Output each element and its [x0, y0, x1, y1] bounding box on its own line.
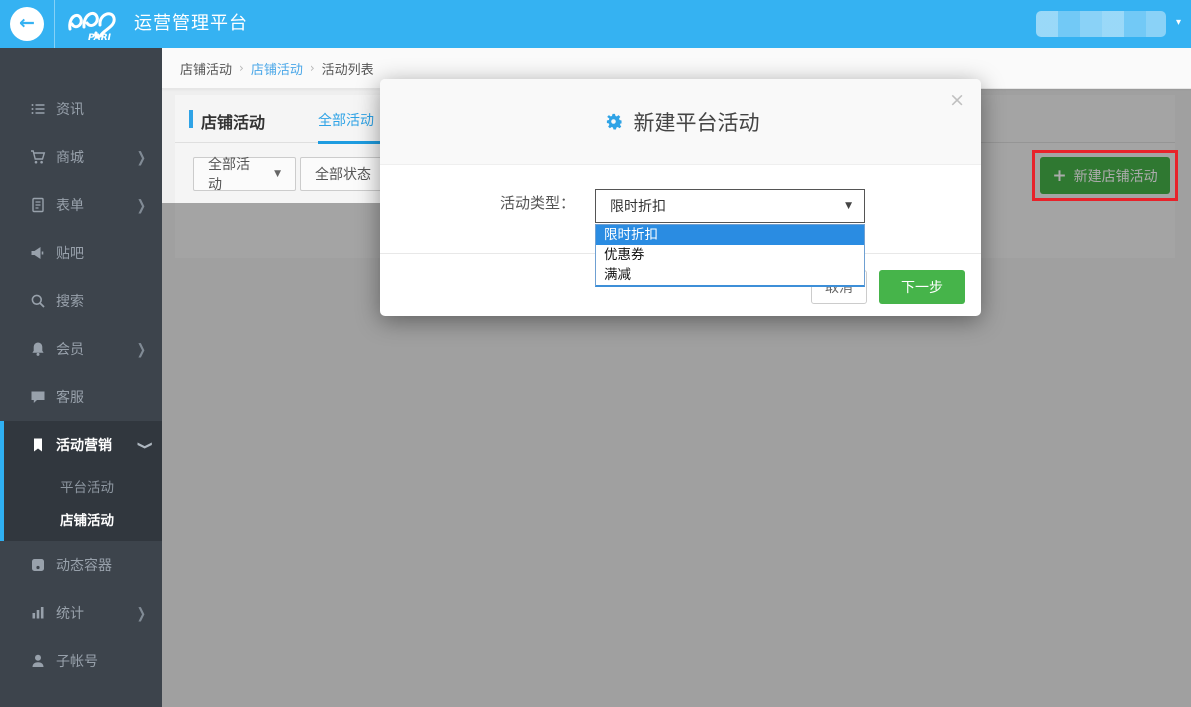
sidebar: 资讯 商城 ❯ 表单 ❯ 贴吧 搜索 [0, 48, 162, 707]
sidebar-item-label: 动态容器 [56, 555, 112, 575]
search-icon [30, 293, 46, 309]
sidebar-item-label: 搜索 [56, 291, 84, 311]
user-dropdown-caret-icon[interactable]: ▾ [1176, 17, 1181, 28]
form-icon [30, 197, 46, 213]
title-accent-bar [189, 110, 193, 128]
filter-status-label: 全部状态 [315, 164, 371, 184]
sidebar-item-tieba[interactable]: 贴吧 [0, 229, 162, 277]
sidebar-item-forms[interactable]: 表单 ❯ [0, 181, 162, 229]
sidebar-item-label: 客服 [56, 387, 84, 407]
bell-icon [30, 341, 46, 357]
chevron-right-icon: ❯ [137, 197, 146, 214]
chevron-down-icon: ❯ [137, 440, 154, 449]
option-limited-time-discount[interactable]: 限时折扣 [596, 225, 864, 245]
breadcrumb-item-current: 活动列表 [322, 59, 374, 78]
sidebar-item-label: 表单 [56, 195, 84, 215]
option-coupon[interactable]: 优惠券 [596, 245, 864, 265]
stats-icon [30, 605, 46, 621]
activity-type-label: 活动类型： [440, 192, 575, 213]
activity-type-select[interactable]: 限时折扣 ▼ [595, 189, 865, 223]
sidebar-active-section: 活动营销 ❯ 平台活动 店铺活动 [0, 421, 162, 541]
megaphone-icon [30, 245, 46, 261]
new-platform-activity-modal: 新建平台活动 × 活动类型： 限时折扣 ▼ 限时折扣 优惠券 满减 取消 下一步 [380, 79, 981, 316]
activity-type-selected-value: 限时折扣 [610, 196, 666, 216]
list-icon [30, 101, 46, 117]
sidebar-item-subaccount[interactable]: 子帐号 [0, 637, 162, 685]
sidebar-item-label: 贴吧 [56, 243, 84, 263]
sidebar-item-label: 资讯 [56, 99, 84, 119]
sidebar-item-news[interactable]: 资讯 [0, 85, 162, 133]
breadcrumb-separator: › [239, 61, 244, 75]
caret-down-icon: ▼ [845, 201, 852, 211]
sidebar-subitem-platform-activity[interactable]: 平台活动 [4, 469, 162, 502]
sidebar-item-label: 统计 [56, 603, 84, 623]
topbar-divider [54, 0, 55, 48]
sidebar-item-label: 商城 [56, 147, 84, 167]
app-logo-icon: PARI [66, 5, 128, 46]
next-step-button[interactable]: 下一步 [879, 270, 965, 304]
filter-activity-label: 全部活动 [208, 154, 262, 194]
filter-activity-type-select[interactable]: 全部活动 ▼ [193, 157, 296, 191]
sidebar-item-label: 会员 [56, 339, 84, 359]
close-icon[interactable]: × [949, 89, 965, 111]
bookmark-icon [30, 437, 46, 453]
chevron-right-icon: ❯ [137, 605, 146, 622]
tab-all-activities[interactable]: 全部活动 [318, 110, 374, 130]
breadcrumb-separator: › [310, 61, 315, 75]
topbar: ← PARI 运营管理平台 ▾ [0, 0, 1191, 48]
breadcrumb-item: 店铺活动 [180, 59, 232, 78]
sidebar-item-marketing[interactable]: 活动营销 ❯ [4, 421, 162, 469]
chevron-right-icon: ❯ [137, 341, 146, 358]
chevron-right-icon: ❯ [137, 149, 146, 166]
page-title: 店铺活动 [201, 109, 265, 133]
user-account-blurred[interactable] [1036, 11, 1166, 37]
sidebar-item-label: 子帐号 [56, 651, 98, 671]
cart-icon [30, 149, 46, 165]
person-icon [30, 653, 46, 669]
sidebar-item-mall[interactable]: 商城 ❯ [0, 133, 162, 181]
container-icon [30, 557, 46, 573]
modal-title: 新建平台活动 [634, 107, 760, 137]
sidebar-item-service[interactable]: 客服 [0, 373, 162, 421]
gear-icon [602, 110, 625, 133]
sidebar-item-members[interactable]: 会员 ❯ [0, 325, 162, 373]
logo-caption: PARI [88, 33, 112, 42]
sidebar-item-search[interactable]: 搜索 [0, 277, 162, 325]
modal-header: 新建平台活动 × [380, 79, 981, 165]
back-button[interactable]: ← [10, 7, 44, 41]
caret-down-icon: ▼ [274, 169, 281, 179]
sidebar-item-dynamic-container[interactable]: 动态容器 [0, 541, 162, 589]
activity-type-option-list: 限时折扣 优惠券 满减 [595, 224, 865, 287]
option-full-reduction[interactable]: 满减 [596, 265, 864, 285]
sidebar-item-statistics[interactable]: 统计 ❯ [0, 589, 162, 637]
sidebar-subitem-shop-activity[interactable]: 店铺活动 [4, 502, 162, 535]
sidebar-item-label: 活动营销 [56, 435, 112, 455]
app-title: 运营管理平台 [134, 0, 248, 48]
breadcrumb-item-link[interactable]: 店铺活动 [251, 59, 303, 78]
chat-icon [30, 389, 46, 405]
